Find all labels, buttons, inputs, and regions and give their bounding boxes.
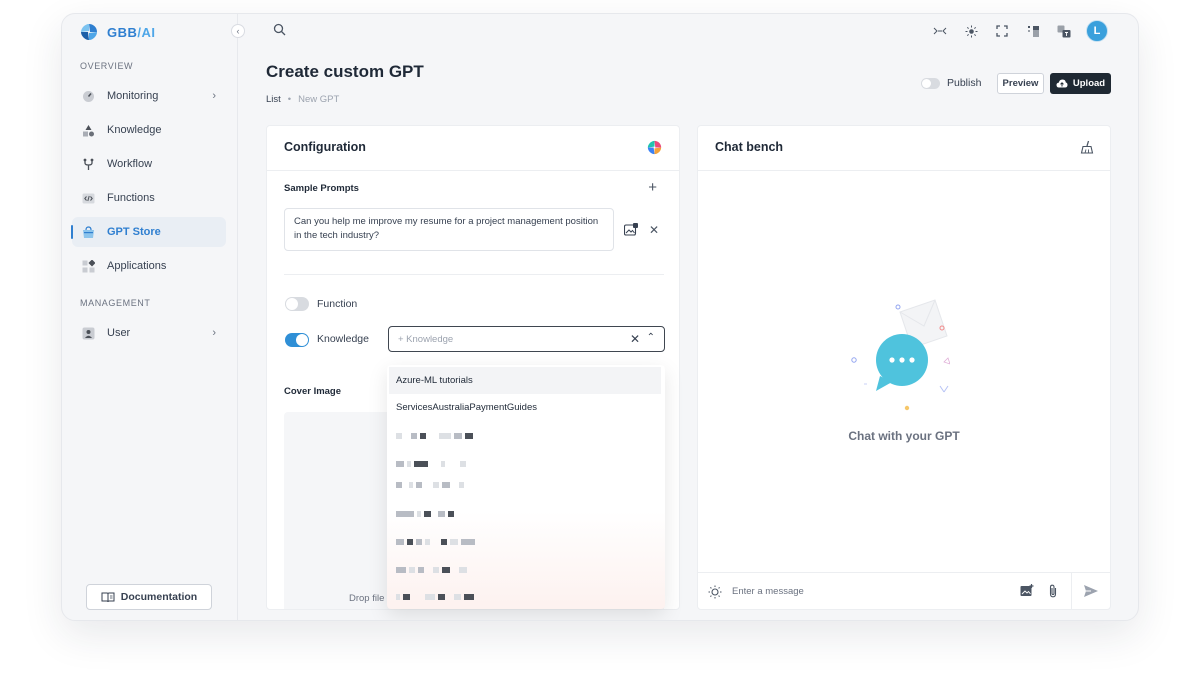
dropdown-option[interactable]: ServicesAustraliaPaymentGuides: [389, 394, 661, 421]
sidebar-item-knowledge[interactable]: Knowledge: [72, 115, 226, 145]
breadcrumb-root[interactable]: List: [266, 94, 281, 105]
sidebar-item-label: Monitoring: [107, 90, 159, 102]
topbar-actions: L: [931, 20, 1108, 42]
overview-section-title: OVERVIEW: [80, 61, 134, 71]
chevron-up-icon[interactable]: ⌃: [647, 332, 655, 343]
chat-bench-title: Chat bench: [715, 140, 784, 154]
image-attach-icon[interactable]: [1020, 584, 1034, 602]
knowledge-dropdown: Azure-ML tutorials ServicesAustraliaPaym…: [387, 365, 665, 609]
apps-grid-icon: [81, 259, 95, 273]
redacted-option[interactable]: [396, 565, 467, 575]
chevron-right-icon: ›: [212, 90, 216, 102]
section-divider: [284, 274, 664, 275]
app-window: GBB/AI ‹ OVERVIEW Monitoring › Knowledge…: [61, 13, 1139, 621]
gauge-icon: [81, 89, 95, 103]
image-add-icon[interactable]: [623, 223, 638, 239]
sidebar-item-workflow[interactable]: Workflow: [72, 149, 226, 179]
dropzone-text: Drop file: [349, 593, 385, 604]
fork-icon: [81, 157, 95, 171]
breadcrumb-separator: •: [287, 94, 292, 105]
brand-logo-icon: [647, 140, 662, 155]
chevron-right-icon: ›: [212, 327, 216, 339]
collapse-arrows-icon[interactable]: [931, 22, 949, 40]
search-icon[interactable]: [273, 23, 286, 41]
user-icon: [81, 326, 95, 340]
panel-divider: [267, 170, 679, 171]
cloud-upload-icon: [1056, 79, 1068, 88]
upload-label: Upload: [1072, 78, 1106, 89]
brand-name: GBB/AI: [107, 24, 156, 40]
lightbulb-icon[interactable]: [708, 585, 722, 604]
redacted-option[interactable]: [396, 509, 454, 519]
publish-toggle[interactable]: [921, 77, 940, 89]
panel-divider: [698, 170, 1110, 171]
publish-toggle-group[interactable]: Publish: [921, 77, 981, 89]
redacted-option[interactable]: [396, 592, 474, 602]
code-icon: [81, 191, 95, 205]
sidebar-item-monitoring[interactable]: Monitoring ›: [72, 81, 226, 111]
preview-button[interactable]: Preview: [997, 73, 1044, 94]
sidebar-item-label: Workflow: [107, 158, 153, 170]
redacted-option[interactable]: [396, 459, 466, 469]
publish-label: Publish: [947, 77, 982, 89]
documentation-button[interactable]: Documentation: [86, 584, 212, 610]
function-label: Function: [317, 298, 358, 310]
configuration-title: Configuration: [284, 140, 366, 154]
store-icon: [81, 225, 95, 239]
collapse-sidebar-button[interactable]: ‹: [231, 24, 245, 38]
clear-icon[interactable]: ✕: [630, 332, 640, 346]
knowledge-select[interactable]: + Knowledge ✕ ⌃: [388, 326, 665, 352]
message-input[interactable]: Enter a message: [732, 586, 804, 597]
brand-logo[interactable]: GBB/AI: [80, 23, 156, 41]
chat-bubble-illustration: [851, 299, 950, 411]
chat-bench-panel: Chat bench Chat with your GPT Enter a me…: [697, 125, 1111, 610]
brand-logo-icon: [81, 24, 97, 40]
book-icon: [101, 592, 115, 602]
redacted-option[interactable]: [396, 480, 464, 490]
sidebar-item-label: GPT Store: [107, 226, 161, 238]
input-separator: [1071, 573, 1072, 609]
paperclip-icon[interactable]: [1048, 584, 1058, 603]
dropdown-option[interactable]: Azure-ML tutorials: [389, 367, 661, 394]
chat-input-bar: Enter a message: [698, 572, 1110, 609]
sample-prompts-label: Sample Prompts: [284, 183, 359, 194]
sidebar-item-user[interactable]: User ›: [72, 318, 226, 348]
sidebar-item-label: User: [107, 327, 131, 339]
documentation-label: Documentation: [120, 591, 198, 603]
add-prompt-button[interactable]: +: [648, 179, 657, 196]
remove-prompt-icon[interactable]: ✕: [649, 223, 659, 237]
sidebar-item-functions[interactable]: Functions: [72, 183, 226, 213]
chat-empty-hint: Chat with your GPT: [848, 429, 960, 443]
management-section-title: MANAGEMENT: [80, 298, 151, 308]
layout-panel-icon[interactable]: [1024, 22, 1042, 40]
fullscreen-icon[interactable]: [993, 22, 1011, 40]
translate-icon[interactable]: [1055, 22, 1073, 40]
sidebar-item-label: Functions: [107, 192, 155, 204]
sidebar-item-applications[interactable]: Applications: [72, 251, 226, 281]
shapes-icon: [81, 123, 95, 137]
brand-suffix: /AI: [137, 24, 156, 40]
sidebar-item-label: Knowledge: [107, 124, 162, 136]
breadcrumb: List • New GPT: [266, 94, 339, 105]
broom-clear-icon[interactable]: [1080, 140, 1094, 157]
sidebar-item-label: Applications: [107, 260, 167, 272]
function-toggle[interactable]: [285, 297, 309, 311]
avatar[interactable]: L: [1086, 20, 1108, 42]
redacted-option[interactable]: [396, 537, 475, 547]
page-title: Create custom GPT: [266, 62, 424, 81]
breadcrumb-current: New GPT: [298, 94, 340, 105]
knowledge-placeholder: + Knowledge: [398, 333, 454, 345]
sidebar-item-gpt-store[interactable]: GPT Store: [71, 217, 226, 247]
knowledge-toggle[interactable]: [285, 333, 309, 347]
knowledge-label: Knowledge: [317, 333, 369, 345]
sidebar: GBB/AI ‹ OVERVIEW Monitoring › Knowledge…: [62, 14, 245, 620]
cover-image-label: Cover Image: [284, 386, 342, 397]
send-icon[interactable]: [1083, 584, 1099, 603]
sun-icon[interactable]: [962, 22, 980, 40]
sample-prompt-input[interactable]: Can you help me improve my resume for a …: [284, 208, 614, 251]
redacted-option[interactable]: [396, 431, 473, 441]
upload-button[interactable]: Upload: [1050, 73, 1111, 94]
